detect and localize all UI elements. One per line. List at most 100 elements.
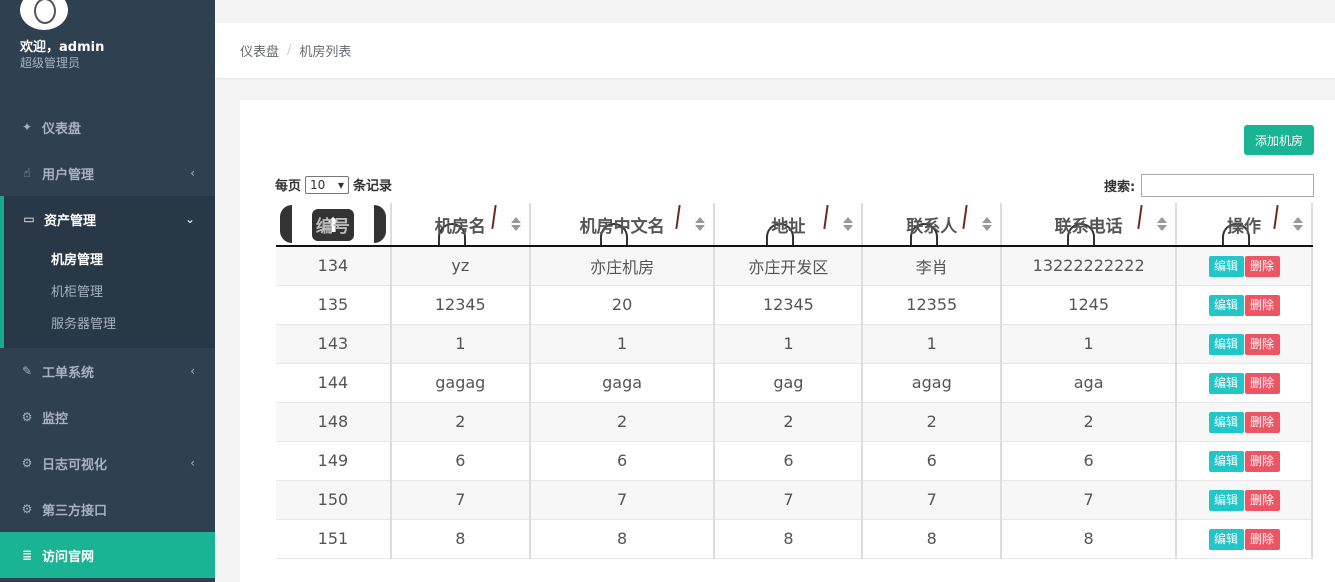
sort-icon (982, 217, 993, 231)
sidebar-item-monitor[interactable]: ⚙ 监控 (0, 394, 215, 440)
sort-icon (1157, 217, 1168, 231)
sidebar-item-website[interactable]: ≣ 访问官网 (0, 532, 215, 578)
delete-button[interactable]: 删除 (1244, 333, 1280, 355)
sidebar-item-api[interactable]: ⚙ 第三方接口 (0, 486, 215, 532)
table-cell: 1 (529, 324, 716, 364)
sidebar-subitem-server[interactable]: 服务器管理 (51, 313, 116, 332)
table-cell: 144 (276, 363, 392, 403)
header-decoration (1273, 204, 1279, 230)
table-cell: 7 (529, 480, 716, 520)
search-label: 搜索: (1104, 180, 1136, 195)
database-icon: ≣ (21, 548, 33, 562)
column-header-id[interactable]: ⬆ 编号 (276, 203, 392, 247)
sidebar-item-assets[interactable]: ▭ 资产管理 ⌄ (0, 196, 215, 242)
header-decoration (962, 204, 968, 230)
delete-button[interactable]: 删除 (1244, 489, 1280, 511)
delete-button[interactable]: 删除 (1244, 450, 1280, 472)
sort-icon (1293, 217, 1303, 231)
delete-button[interactable]: 删除 (1244, 255, 1280, 277)
hand-icon: ☝ (23, 166, 31, 180)
table-cell: yz (390, 246, 531, 286)
table-cell: 150 (276, 480, 392, 520)
sidebar-subitem-cabinet[interactable]: 机柜管理 (51, 281, 103, 300)
table-cell: 7 (862, 480, 1003, 520)
table-cell: 7 (1001, 480, 1178, 520)
search-input[interactable] (1141, 174, 1315, 197)
table-cell: 1245 (1001, 285, 1178, 325)
edit-button[interactable]: 编辑 (1208, 450, 1244, 472)
length-suffix: 条记录 (353, 179, 393, 194)
column-header-label: 机房中文名 (579, 216, 665, 237)
edit-button[interactable]: 编辑 (1208, 333, 1244, 355)
sidebar-item-logs[interactable]: ⚙ 日志可视化 ‹ (0, 440, 215, 486)
edit-button[interactable]: 编辑 (1208, 411, 1244, 433)
table-row: 148 2 2 2 2 2 编辑 删除 (276, 402, 1313, 442)
column-header-cn-name[interactable]: 机房中文名 (529, 203, 716, 247)
delete-button[interactable]: 删除 (1244, 372, 1280, 394)
page-length-value: 10 (310, 177, 326, 192)
table-cell: aga (1001, 363, 1178, 403)
table-cell: 1 (390, 324, 531, 364)
column-header-phone[interactable]: 联系电话 (1001, 203, 1178, 247)
table-cell: 8 (390, 519, 531, 559)
table-row: 151 8 8 8 8 8 编辑 删除 (276, 519, 1313, 559)
breadcrumb-home[interactable]: 仪表盘 (240, 41, 279, 60)
table-cell: 2 (390, 402, 531, 442)
sidebar-item-dashboard[interactable]: ✦ 仪表盘 (0, 104, 215, 150)
table-cell: 6 (1001, 441, 1178, 481)
column-header-name[interactable]: 机房名 (390, 203, 531, 247)
table-row: 150 7 7 7 7 7 编辑 删除 (276, 480, 1313, 520)
sidebar-item-label: 日志可视化 (42, 457, 108, 473)
table-cell: agag (862, 363, 1003, 403)
assets-submenu: 机房管理 机柜管理 服务器管理 (0, 241, 215, 348)
table-cell: 1 (1001, 324, 1178, 364)
edit-button[interactable]: 编辑 (1208, 372, 1244, 394)
page-length-select[interactable]: 10 ▾ (305, 175, 350, 194)
sidebar-item-label: 工单系统 (42, 365, 95, 381)
delete-button[interactable]: 删除 (1244, 411, 1280, 433)
table-cell: 134 (276, 246, 392, 286)
table-cell: 8 (714, 519, 864, 559)
column-header-address[interactable]: 地址 (714, 203, 864, 247)
table-row: 134 yz 亦庄机房 亦庄开发区 李肖 13222222222 编辑 删除 (276, 246, 1313, 286)
sidebar-item-label: 第三方接口 (42, 503, 108, 519)
sidebar-item-users[interactable]: ☝ 用户管理 ‹ (0, 150, 215, 196)
cogs-icon: ⚙ (21, 410, 33, 424)
table-cell: 143 (276, 324, 392, 364)
table-cell: 12345 (714, 285, 864, 325)
sort-icon (695, 217, 706, 231)
table-row: 143 1 1 1 1 1 编辑 删除 (276, 324, 1313, 364)
column-header-label: 地址 (771, 216, 806, 237)
idc-table: ⬆ 编号 机房名 机房中文名 地址 联系人 联系电话 操作 134 yz 亦庄机… (276, 203, 1313, 559)
table-cell: 13222222222 (1001, 246, 1178, 286)
edit-button[interactable]: 编辑 (1208, 489, 1244, 511)
add-idc-button[interactable]: 添加机房 (1244, 125, 1314, 155)
edit-button[interactable]: 编辑 (1208, 255, 1244, 277)
page-length-control: 每页 10 ▾ 条记录 (275, 175, 392, 194)
sort-icon (510, 217, 521, 231)
table-cell: 20 (529, 285, 716, 325)
column-header-label: 机房名 (434, 216, 486, 237)
sidebar-subitem-idc[interactable]: 机房管理 (51, 249, 103, 268)
edit-button[interactable]: 编辑 (1208, 528, 1244, 550)
table-cell: 2 (529, 402, 716, 442)
sort-icon (843, 217, 854, 231)
column-header-label: 编号 (315, 216, 350, 237)
avatar[interactable] (20, 0, 68, 30)
sidebar-item-tickets[interactable]: ✎ 工单系统 ‹ (0, 348, 215, 394)
table-cell: gaga (529, 363, 716, 403)
column-header-contact[interactable]: 联系人 (862, 203, 1003, 247)
delete-button[interactable]: 删除 (1244, 294, 1280, 316)
table-cell: 7 (390, 480, 531, 520)
column-header-label: 联系电话 (1054, 216, 1123, 237)
length-prefix: 每页 (275, 179, 302, 194)
header-decoration (1137, 204, 1143, 230)
column-header-actions[interactable]: 操作 (1176, 203, 1313, 247)
sidebar-item-label: 用户管理 (42, 167, 95, 183)
table-cell: 6 (714, 441, 864, 481)
delete-button[interactable]: 删除 (1244, 528, 1280, 550)
sidebar-item-label: 访问官网 (42, 549, 95, 565)
chevron-left-icon: ‹ (190, 166, 195, 180)
edit-button[interactable]: 编辑 (1208, 294, 1244, 316)
cogs-icon: ⚙ (21, 502, 33, 516)
